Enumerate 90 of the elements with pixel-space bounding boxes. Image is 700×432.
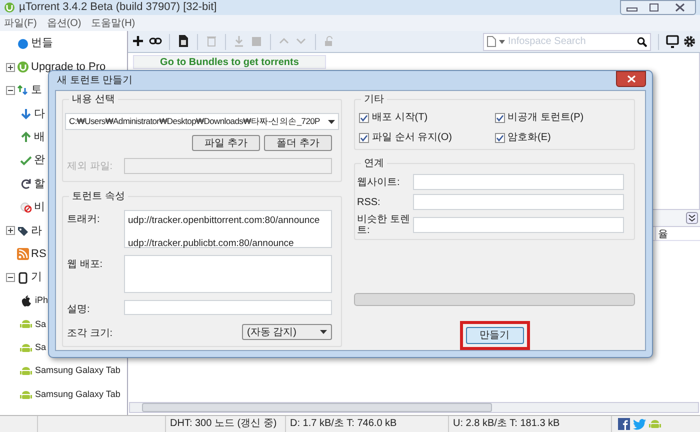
search-field[interactable]: Infospace Search <box>483 32 651 50</box>
expand-icon[interactable] <box>6 226 15 236</box>
upload-icon <box>20 131 32 144</box>
text-field[interactable] <box>413 174 624 190</box>
checked-checkbox-icon[interactable] <box>494 132 504 142</box>
caret-icon <box>320 330 327 334</box>
path-dropdown[interactable]: C:₩Users₩Administrator₩Desktop₩Downloads₩타짜-신의손_720P <box>65 113 339 130</box>
status-text: U: 2.8 kB/초 T: 181.3 kB <box>449 416 612 432</box>
close-button[interactable] <box>616 71 646 87</box>
update-icon <box>20 178 32 190</box>
sidebar-item[interactable]: 비 <box>34 199 45 216</box>
sidebar-item[interactable]: 기 <box>31 269 42 286</box>
sidebar-item[interactable]: Upgrade to Pro <box>31 58 106 76</box>
labels-icon <box>17 224 29 237</box>
field-label: 웹 배포: <box>66 258 104 272</box>
add-button[interactable]: 파일 추가 <box>192 135 260 151</box>
upgrade-icon <box>17 61 29 74</box>
column-header[interactable]: 율 <box>655 227 700 240</box>
collapse-icon[interactable] <box>6 86 15 95</box>
collapse-icon[interactable] <box>6 273 15 282</box>
caret-icon[interactable] <box>499 40 505 44</box>
page-icon[interactable] <box>487 36 496 47</box>
status-text: D: 1.7 kB/초 T: 746.0 kB <box>286 416 449 432</box>
done-icon <box>20 154 32 167</box>
download-icon <box>20 108 32 120</box>
menu-item[interactable]: 도움말(H) <box>91 16 136 30</box>
status-text: DHT: 300 노드 (갱신 중) <box>166 416 286 432</box>
sidebar-item[interactable]: Sa <box>35 341 46 355</box>
sidebar-item[interactable]: Samsung Galaxy Tab <box>35 364 120 378</box>
dot-icon <box>17 38 29 50</box>
android-icon <box>20 342 32 354</box>
sidebar-item[interactable]: Samsung Galaxy Tab <box>35 388 120 402</box>
dialog-title: 새 토런트 만들기 <box>57 74 133 88</box>
sidebar-item[interactable]: iPh <box>35 294 48 308</box>
collapse-panel-icon[interactable] <box>686 212 698 224</box>
sidebar-item[interactable]: RS <box>31 246 46 262</box>
sidebar-item[interactable]: 라 <box>31 222 42 240</box>
checked-checkbox-icon[interactable] <box>494 112 504 122</box>
sidebar-item[interactable]: 토 <box>31 82 42 99</box>
bundles-banner[interactable]: Go to Bundles to get torrents <box>133 55 326 69</box>
add-button[interactable]: 폴더 추가 <box>264 135 332 151</box>
sidebar-item[interactable]: Sa <box>35 318 46 332</box>
search-field[interactable]: Infospace Search <box>508 34 634 49</box>
field-label: 트래커: <box>66 213 101 227</box>
size-dropdown[interactable]: (자동 감지) <box>242 324 332 340</box>
torrents-icon <box>17 84 29 96</box>
inactive-icon <box>20 201 32 214</box>
text-field[interactable] <box>413 217 624 233</box>
sidebar-item[interactable]: 할 <box>34 176 45 192</box>
window-title: µTorrent 3.4.2 Beta (build 37907) [32-bit] <box>19 0 217 16</box>
scrollbar-thumb[interactable] <box>142 403 492 412</box>
plus-icon[interactable] <box>132 35 145 48</box>
devices-icon <box>17 272 29 284</box>
document-icon[interactable] <box>177 35 190 48</box>
checked-checkbox-icon[interactable] <box>359 112 369 122</box>
expand-icon[interactable] <box>6 62 15 72</box>
android-icon <box>20 388 32 401</box>
caret-icon <box>328 120 335 124</box>
sidebar-item[interactable]: 배 <box>34 129 45 146</box>
field-label: 웹사이트: <box>357 176 401 188</box>
checkbox-option[interactable]: 비공개 토런트(P) <box>494 110 630 125</box>
apple-icon <box>20 294 32 307</box>
close-icon <box>626 75 636 83</box>
horizontal-scrollbar[interactable] <box>129 402 699 413</box>
field-label: 제외 파일: <box>66 160 114 174</box>
menu-item[interactable]: 옵션(O) <box>46 16 82 30</box>
checked-checkbox-icon[interactable] <box>359 132 369 142</box>
rss-icon <box>17 248 29 260</box>
text-field[interactable] <box>413 194 624 210</box>
sidebar-item[interactable]: 다 <box>34 106 45 122</box>
facebook-icon[interactable] <box>618 418 630 430</box>
menu-item[interactable]: 파일(F) <box>4 16 37 30</box>
checkbox-option[interactable]: 파일 순서 유지(O) <box>359 130 494 145</box>
app-logo-icon <box>4 2 15 13</box>
text-area[interactable]: udp://tracker.openbittorrent.com:80/announce udp://tracker.publicbt.com:80/announce <box>124 210 332 248</box>
checkbox-option[interactable]: 배포 시작(T) <box>359 110 494 125</box>
sidebar-item[interactable]: 번들 <box>31 35 53 52</box>
field-label: 조각 크기: <box>66 327 114 341</box>
sidebar-item[interactable]: 완 <box>34 152 45 169</box>
text-field[interactable] <box>124 300 332 315</box>
field-label: 설명: <box>66 303 91 317</box>
search-icon[interactable] <box>637 36 647 46</box>
monitor-icon[interactable] <box>666 35 679 48</box>
create-button[interactable]: 만들기 <box>466 327 524 344</box>
field-label: 비슷한 토렌트: <box>357 214 411 236</box>
field-label: RSS: <box>357 196 382 208</box>
android-icon <box>20 318 32 330</box>
checkbox-option[interactable]: 암호화(E) <box>494 130 630 145</box>
settings-icon[interactable] <box>683 35 696 48</box>
android-icon <box>20 365 32 378</box>
